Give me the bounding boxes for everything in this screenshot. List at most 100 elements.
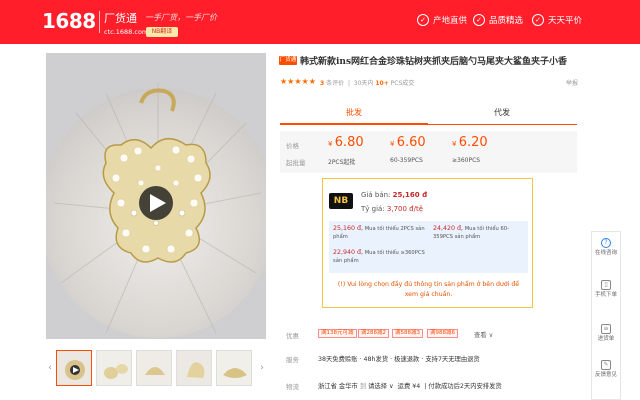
price-value: 6.60 — [396, 135, 426, 150]
product-main-image[interactable] — [46, 53, 266, 339]
logo-divider — [99, 11, 100, 33]
price-value: 6.80 — [334, 135, 364, 150]
checkmark-icon: ✓ — [473, 14, 485, 26]
moq-label: 起批量 — [286, 159, 306, 167]
checkmark-icon: ✓ — [417, 14, 429, 26]
thumbnail-image — [57, 351, 91, 385]
select-options-note: (!) Vui lòng chọn đầy đủ thông tin sản p… — [337, 281, 520, 298]
thumbnail-image — [137, 351, 171, 385]
currency-symbol: ¥ — [328, 140, 333, 148]
rate-value: 3,700 đ/tệ — [386, 205, 424, 213]
tier-quantity: 2PCS起批 — [328, 159, 356, 166]
sold-count: 10+ — [375, 80, 389, 87]
site-header: 1688 厂货通 一手厂货，一手厂价 ctc.1688.com NB翻译 ✓ 产… — [0, 0, 640, 44]
brand-name[interactable]: 厂货通 — [104, 10, 137, 26]
price-tier-3: ¥ 6.20 — [452, 135, 488, 150]
brand-slogan: 一手厂货，一手厂价 — [145, 13, 217, 22]
tier-value: 24,420 đ, — [433, 225, 464, 232]
thumbnail-4[interactable] — [176, 350, 212, 386]
price-value: 6.20 — [458, 135, 488, 150]
thumbnail-image — [97, 351, 131, 385]
price-panel: 价格 起批量 ¥ 6.80 2PCS起批 ¥ 6.60 60-359PCS ¥ … — [280, 131, 577, 173]
thumbnail-strip: ‹ › — [46, 348, 266, 388]
offers-label: 优惠 — [286, 332, 299, 340]
brand-domain: ctc.1688.com — [104, 28, 149, 36]
sidebar-item-chat[interactable]: ? 在线咨询 — [592, 238, 620, 257]
price-tier-2: ¥ 6.60 — [390, 135, 426, 150]
service-list: 38天免费赊账 · 48h发货 · 极速退款 · 支持7天无理由退货 — [318, 356, 480, 363]
service-item[interactable]: 极速退款 — [394, 356, 419, 363]
cart-icon: ≡ — [601, 324, 611, 334]
translation-badge[interactable]: NB翻译 — [146, 27, 178, 37]
sale-value: 25,160 đ — [392, 191, 428, 199]
sidebar-item-label: 进货单 — [597, 336, 615, 342]
feedback-icon: ✎ — [601, 360, 611, 370]
site-logo[interactable]: 1688 — [42, 9, 96, 33]
price-label: 价格 — [286, 142, 299, 150]
review-score[interactable]: 3 — [320, 80, 324, 87]
sidebar-item-feedback[interactable]: ✎ 反馈意见 — [592, 360, 620, 379]
shipping-note: 付款成功后2天内安排发货 — [428, 383, 502, 390]
destination-select[interactable]: 请选择 ∨ — [368, 383, 394, 390]
nav-label: 产地直供 — [433, 16, 468, 26]
logistics-info: 浙江省 金华市 到 请选择 ∨ 运费 ¥4 | 付款成功后2天内安排发货 — [318, 383, 502, 390]
product-photo — [46, 53, 266, 339]
sidebar-item-label: 在线咨询 — [594, 250, 617, 256]
service-label: 服务 — [286, 356, 299, 364]
logistics-label: 物流 — [286, 383, 299, 391]
coupon-tag[interactable]: 满988减6 — [427, 329, 458, 338]
nav-label: 品质精选 — [489, 16, 524, 26]
converted-tier-2: 24,420 đ, Mua tối thiểu 60-359PCS sản ph… — [433, 225, 527, 241]
service-item[interactable]: 38天免费赊账 — [318, 356, 358, 363]
sidebar-item-mobile[interactable]: ▯ 手机下单 — [592, 280, 620, 299]
coupon-tag[interactable]: 满288减2 — [358, 329, 389, 338]
chevron-right-icon[interactable]: › — [258, 362, 266, 374]
converted-tier-3: 22,940 đ, Mua tối thiểu ≥360PCS sản phẩm — [333, 249, 429, 265]
sale-price-line: Giá bán: 25,160 đ — [361, 191, 427, 199]
nav-item-quality[interactable]: ✓ 品质精选 — [473, 14, 523, 26]
service-item[interactable]: 48h发货 — [364, 356, 389, 363]
chat-icon: ? — [601, 238, 611, 248]
nav-item-price[interactable]: ✓ 天天平价 — [532, 14, 582, 26]
phone-icon: ▯ — [601, 280, 611, 290]
sidebar-item-label: 反馈意见 — [594, 372, 617, 378]
product-tag: 厂货通 — [279, 56, 297, 65]
rating-meta: 3 条评价 | 30天内 10+ PCS成交 — [320, 80, 415, 87]
ship-to: 到 — [359, 383, 367, 390]
exchange-rate-line: Tỷ giá: 3,700 đ/tệ — [361, 205, 423, 213]
coupon-tag[interactable]: 满138元可减 — [318, 329, 357, 338]
product-title: 韩式新款ins网红合金珍珠钻树夹抓夹后脑勺马尾夹大鲨鱼夹子小香 — [300, 57, 568, 67]
tab-dropship[interactable]: 代发 — [428, 100, 576, 125]
tier-value: 22,940 đ, — [333, 249, 364, 256]
sidebar-item-cart[interactable]: ≡ 进货单 — [592, 324, 620, 343]
rating-stars: ★★★★★ — [280, 77, 316, 86]
thumbnail-image — [177, 351, 211, 385]
tab-wholesale[interactable]: 批发 — [280, 100, 428, 125]
chevron-left-icon[interactable]: ‹ — [46, 362, 54, 374]
shipping-fee: 运费 ¥4 — [397, 383, 421, 390]
nav-item-origin[interactable]: ✓ 产地直供 — [417, 14, 467, 26]
currency-symbol: ¥ — [390, 140, 395, 148]
report-link[interactable]: 举报 — [566, 78, 578, 87]
floating-sidebar: ? 在线咨询 ▯ 手机下单 ≡ 进货单 ✎ 反馈意见 — [591, 231, 621, 400]
currency-symbol: ¥ — [452, 140, 457, 148]
converted-tier-1: 25,160 đ, Mua tối thiểu 2PCS sản phẩm — [333, 225, 429, 241]
view-more-offers[interactable]: 查看 ∨ — [474, 330, 493, 339]
service-item[interactable]: 支持7天无理由退货 — [425, 356, 479, 363]
thumbnail-5[interactable] — [216, 350, 252, 386]
thumbnail-1[interactable] — [56, 350, 92, 386]
thumbnail-2[interactable] — [96, 350, 132, 386]
tier-quantity: ≥360PCS — [452, 157, 481, 164]
price-tier-1: ¥ 6.80 — [328, 135, 364, 150]
ship-origin: 浙江省 金华市 — [318, 383, 358, 390]
tier-value: 25,160 đ, — [333, 225, 364, 232]
coupon-tag[interactable]: 满588减3 — [392, 329, 423, 338]
rate-label: Tỷ giá: — [361, 205, 385, 213]
thumbnail-image — [217, 351, 251, 385]
sold-suffix: PCS成交 — [390, 80, 415, 87]
tier-quantity: 60-359PCS — [390, 157, 423, 164]
sidebar-item-label: 手机下单 — [594, 292, 617, 298]
sold-prefix: 30天内 — [353, 80, 374, 87]
thumbnail-3[interactable] — [136, 350, 172, 386]
review-label[interactable]: 条评价 — [326, 80, 344, 87]
